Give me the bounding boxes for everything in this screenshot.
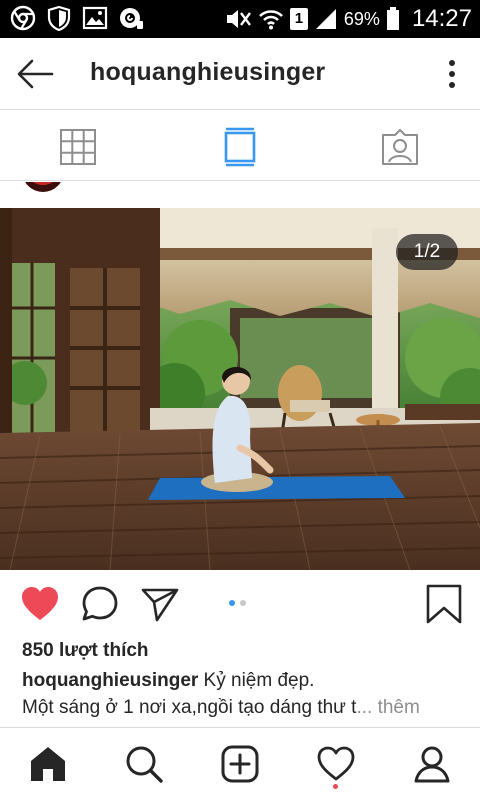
caption-username[interactable]: hoquanghieusinger — [22, 670, 198, 691]
wifi-icon — [259, 10, 283, 30]
post-header — [0, 182, 480, 208]
bookmark-icon[interactable] — [424, 584, 464, 624]
comment-icon[interactable] — [80, 584, 120, 624]
more-vertical-icon[interactable] — [442, 56, 462, 92]
caption-continued: Một sáng ở 1 nơi xa,ngồi tạo dáng thư t — [22, 697, 357, 718]
caption: hoquanghieusinger Kỷ niệm đẹp. — [22, 670, 462, 692]
caption-line: Một sáng ở 1 nơi xa,ngồi tạo dáng thư t.… — [22, 697, 466, 719]
avatar[interactable] — [22, 182, 64, 192]
notification-dot — [333, 784, 338, 789]
post-actions — [0, 570, 480, 636]
page-title: hoquanghieusinger — [90, 58, 326, 86]
more-link[interactable]: ... thêm — [356, 697, 419, 718]
mute-icon — [226, 10, 251, 28]
sim-icon: 1 — [289, 8, 308, 30]
carousel-dots — [229, 600, 246, 606]
home-icon[interactable] — [28, 744, 68, 784]
battery-percent: 69% — [343, 8, 380, 29]
profile-view-tabs — [0, 111, 480, 181]
tagged-icon[interactable] — [380, 127, 420, 167]
profile-header: hoquanghieusinger — [0, 38, 480, 110]
carousel-dot-active — [229, 600, 235, 606]
heart-filled-icon[interactable] — [20, 584, 60, 624]
gallery-icon — [82, 6, 108, 30]
signal-icon — [315, 9, 336, 29]
carousel-page-indicator: 1/2 — [396, 234, 458, 270]
bottom-navigation — [0, 727, 480, 800]
share-direct-icon[interactable] — [140, 584, 180, 624]
shield-icon — [47, 5, 71, 31]
clock: 14:27 — [411, 5, 472, 32]
caption-text: Kỷ niệm đẹp. — [198, 670, 315, 691]
feed-icon[interactable] — [220, 127, 260, 167]
cleaner-icon — [120, 8, 143, 29]
post-photo[interactable]: 1/2 — [0, 208, 480, 570]
like-count[interactable]: 850 lượt thích — [22, 640, 149, 662]
chrome-icon — [10, 5, 36, 31]
profile-icon[interactable] — [412, 744, 452, 784]
search-icon[interactable] — [124, 744, 164, 784]
arrow-left-icon[interactable] — [14, 54, 56, 94]
heart-outline-icon[interactable] — [316, 744, 356, 784]
status-bar: 1 69% 14:27 — [0, 0, 480, 38]
battery-icon — [386, 7, 399, 30]
grid-icon[interactable] — [58, 127, 98, 167]
add-post-icon[interactable] — [220, 744, 260, 784]
carousel-dot — [240, 600, 246, 606]
